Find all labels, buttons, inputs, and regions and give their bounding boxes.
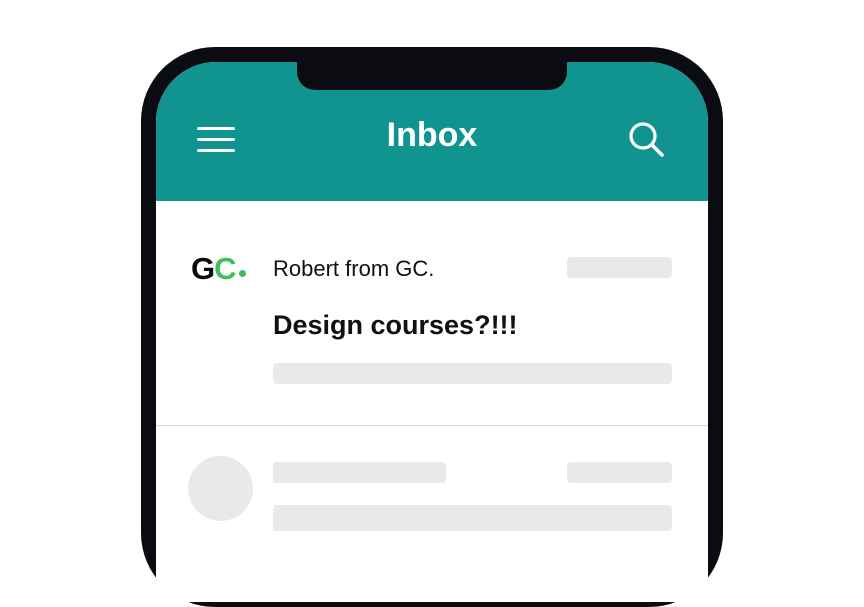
sender-logo: GC <box>191 252 246 286</box>
message-list-item[interactable]: GC Robert from GC. Design courses?!!! <box>156 201 708 426</box>
avatar-placeholder <box>188 456 253 521</box>
sender-placeholder <box>273 462 446 483</box>
message-subject: Design courses?!!! <box>273 310 518 340</box>
preview-placeholder <box>273 363 672 384</box>
search-icon[interactable] <box>627 120 667 160</box>
sender-name: Robert from GC. <box>273 256 435 281</box>
subject-placeholder <box>273 505 672 531</box>
phone-notch <box>297 62 567 90</box>
phone-frame: Inbox GC Robert from GC. Design courses?… <box>141 47 723 607</box>
timestamp-placeholder <box>567 257 672 278</box>
timestamp-placeholder <box>567 462 672 483</box>
phone-screen: Inbox GC Robert from GC. Design courses?… <box>156 62 708 602</box>
page-title: Inbox <box>386 116 478 154</box>
